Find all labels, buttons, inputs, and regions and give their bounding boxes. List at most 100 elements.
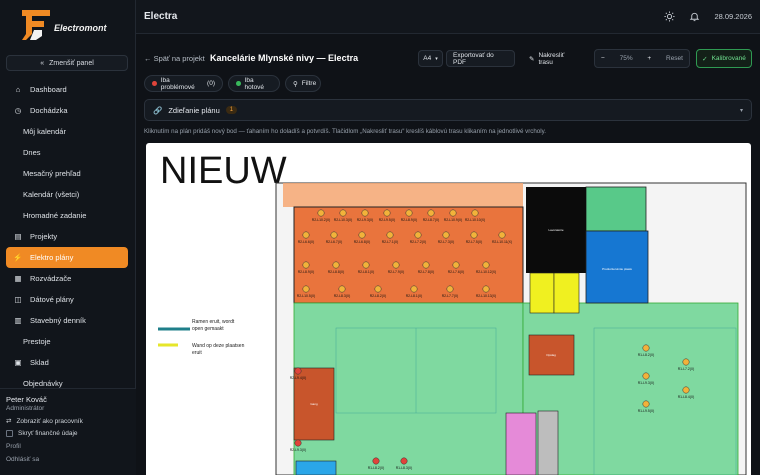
plan-marker[interactable]: [361, 209, 369, 217]
room-blue-bottom: [295, 460, 337, 475]
plan-marker[interactable]: [405, 209, 413, 217]
room-brown-label: Opslag: [546, 353, 556, 357]
sidebar-item-mesa-n-preh-ad[interactable]: Mesačný prehľad: [6, 163, 128, 184]
draw-route-button[interactable]: ✎ Nakresliť trasu: [522, 50, 585, 67]
plan-marker[interactable]: [452, 261, 460, 269]
plan-marker[interactable]: [410, 285, 418, 293]
clipboard-icon: ▤: [14, 232, 22, 241]
sidebar-item-elektro-pl-ny[interactable]: ⚡ Elektro plány: [6, 247, 128, 268]
plan-marker[interactable]: [400, 457, 408, 465]
plan-marker[interactable]: [330, 231, 338, 239]
sidebar-item-rozv-dza-e[interactable]: ▦ Rozvádzače: [6, 268, 128, 289]
plan-marker[interactable]: [446, 285, 454, 293]
plan-marker[interactable]: [414, 231, 422, 239]
plan-marker[interactable]: [358, 231, 366, 239]
plan-marker-label: R2-L9.3(X): [357, 218, 374, 222]
user-role: Administrátor: [6, 405, 45, 412]
plan-marker[interactable]: [302, 231, 310, 239]
plan-marker[interactable]: [642, 400, 650, 408]
filter-problem-only[interactable]: Iba problémové (0): [144, 75, 223, 92]
plan-marker[interactable]: [470, 231, 478, 239]
sidebar-item-label: Môj kalendár: [23, 127, 66, 136]
plan-marker[interactable]: [294, 367, 302, 375]
legend-text-2a: Wand op deze plaatsen: [192, 343, 245, 349]
zoom-in-button[interactable]: +: [647, 55, 651, 62]
sidebar-item-label: Objednávky: [23, 379, 63, 388]
plan-marker[interactable]: [482, 261, 490, 269]
sidebar-item-dashboard[interactable]: ⌂ Dashboard: [6, 79, 128, 100]
plan-marker[interactable]: [302, 261, 310, 269]
collapse-sidebar-button[interactable]: « Zmenšiť panel: [6, 55, 128, 71]
plan-marker-label: R2-L10.12(X): [476, 270, 496, 274]
plan-marker-label: R2-L8.9(X): [401, 218, 418, 222]
plan-marker[interactable]: [332, 261, 340, 269]
top-bar: Electra 28.09.2026: [136, 0, 760, 34]
plan-marker[interactable]: [449, 209, 457, 217]
plan-marker[interactable]: [374, 285, 382, 293]
plan-marker[interactable]: [427, 209, 435, 217]
sidebar-item-kalend-r-v-etci-[interactable]: Kalendár (všetci): [6, 184, 128, 205]
worker-view-toggle[interactable]: ⇄ Zobraziť ako pracovník: [6, 417, 130, 426]
sidebar-item-dnes[interactable]: Dnes: [6, 142, 128, 163]
floor-plan-drawing[interactable]: NIEUW Lavoratorie Productieruimte plaats…: [146, 143, 751, 475]
plan-marker[interactable]: [482, 285, 490, 293]
share-plan-panel[interactable]: 🔗 Zdieľanie plánu 1 ▾: [144, 99, 752, 121]
plan-marker[interactable]: [422, 261, 430, 269]
plan-marker[interactable]: [682, 386, 690, 394]
plan-marker-label: R2-L10.10(X): [465, 218, 485, 222]
plan-marker[interactable]: [386, 231, 394, 239]
sidebar-item-projekty[interactable]: ▤ Projekty: [6, 226, 128, 247]
back-to-project-link[interactable]: ← Späť na projekt: [144, 54, 205, 63]
plan-marker-label: R1-L8.4(X): [678, 395, 695, 399]
zoom-out-button[interactable]: −: [601, 55, 605, 62]
plan-marker[interactable]: [339, 209, 347, 217]
export-pdf-label: Exportovať do PDF: [453, 51, 494, 66]
sidebar-item-label: Dashboard: [30, 85, 67, 94]
sidebar-item-sklad[interactable]: ▣ Sklad: [6, 352, 128, 373]
plan-marker-label: R2-L9.5(X): [379, 218, 396, 222]
sidebar-item-label: Sklad: [30, 358, 49, 367]
plan-marker-label: R2-L8.2(X): [370, 294, 387, 298]
plan-marker-label: R1-L8.3(X): [396, 466, 413, 470]
brand-logo[interactable]: Electromont: [18, 8, 128, 44]
notifications-bell-icon[interactable]: [689, 11, 700, 22]
plan-marker[interactable]: [471, 209, 479, 217]
logout-link[interactable]: Odhlásiť sa: [6, 456, 130, 463]
plan-marker-label: R2-L10.13(X): [476, 294, 496, 298]
sidebar-item-label: Elektro plány: [30, 253, 74, 262]
plan-marker-label: R2-L10.5(X): [297, 294, 315, 298]
plan-marker[interactable]: [338, 285, 346, 293]
plan-marker[interactable]: [302, 285, 310, 293]
plan-marker[interactable]: [682, 358, 690, 366]
sidebar: Electromont « Zmenšiť panel ⌂ Dashboard ◷ D…: [0, 0, 136, 475]
floor-plan-canvas[interactable]: NIEUW Lavoratorie Productieruimte plaats…: [146, 143, 751, 475]
hide-finance-checkbox[interactable]: Skryť finančné údaje: [6, 430, 130, 437]
sidebar-item-d-tov-pl-ny[interactable]: ◫ Dátové plány: [6, 289, 128, 310]
calibrated-button[interactable]: ✓ Kalibrované: [696, 49, 752, 68]
filter-done-only[interactable]: Iba hotové: [228, 75, 280, 92]
plan-marker[interactable]: [383, 209, 391, 217]
paper-size-select[interactable]: A4 ▾: [418, 50, 443, 67]
sidebar-item-stavebn-denn-k[interactable]: ▥ Stavebný denník: [6, 310, 128, 331]
plan-marker[interactable]: [372, 457, 380, 465]
sidebar-item-hromadn-zadanie[interactable]: Hromadné zadanie: [6, 205, 128, 226]
plan-marker[interactable]: [642, 344, 650, 352]
plan-marker[interactable]: [642, 372, 650, 380]
plan-marker[interactable]: [442, 231, 450, 239]
plan-marker[interactable]: [317, 209, 325, 217]
filters-button[interactable]: ⚲ Filtre: [285, 75, 321, 92]
profile-link[interactable]: Profil: [6, 443, 130, 450]
sidebar-item-doch-dzka[interactable]: ◷ Dochádzka: [6, 100, 128, 121]
sidebar-item-prestoje[interactable]: Prestoje: [6, 331, 128, 352]
plan-marker-label: R2-L8.9(X): [298, 270, 315, 274]
export-pdf-button[interactable]: Exportovať do PDF: [446, 50, 515, 67]
legend-text-1a: Ramen eruit, wordt: [192, 319, 235, 325]
plan-marker[interactable]: [294, 439, 302, 447]
plan-marker[interactable]: [498, 231, 506, 239]
plan-marker[interactable]: [392, 261, 400, 269]
zoom-reset-button[interactable]: Reset: [666, 55, 683, 62]
plan-marker[interactable]: [362, 261, 370, 269]
theme-toggle-sun-icon[interactable]: [664, 11, 675, 22]
sidebar-item-m-j-kalend-r[interactable]: Môj kalendár: [6, 121, 128, 142]
red-dot-icon: [152, 81, 157, 86]
